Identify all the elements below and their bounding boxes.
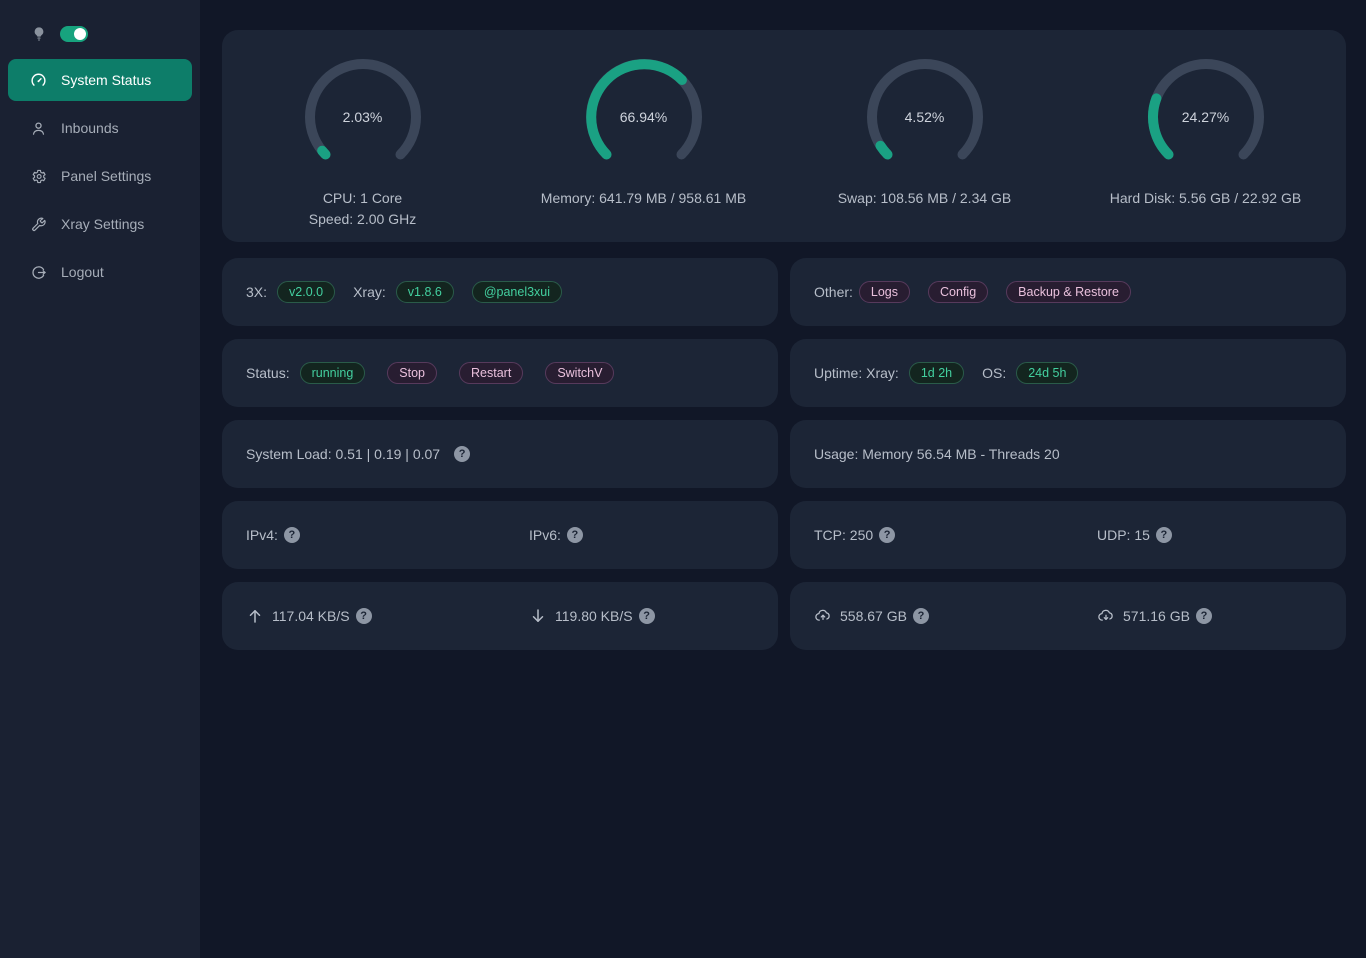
sidebar: System Status Inbounds Panel Settings bbox=[0, 0, 200, 958]
wrench-icon bbox=[30, 216, 47, 233]
sidebar-item-label: Logout bbox=[61, 264, 104, 280]
sidebar-item-logout[interactable]: Logout bbox=[8, 251, 192, 293]
disk-gauge: 24.27% Hard Disk: 5.56 GB / 22.92 GB bbox=[1065, 30, 1346, 242]
resource-gauges-card: 2.03% CPU: 1 Core Speed: 2.00 GHz 66.94%… bbox=[222, 30, 1346, 242]
restart-button[interactable]: Restart bbox=[459, 362, 523, 384]
sidebar-item-label: Panel Settings bbox=[61, 168, 151, 184]
telegram-channel-tag[interactable]: @panel3xui bbox=[472, 281, 562, 303]
swap-gauge: 4.52% Swap: 108.56 MB / 2.34 GB bbox=[784, 30, 1065, 242]
logs-button[interactable]: Logs bbox=[859, 281, 910, 303]
other-label: Other: bbox=[814, 284, 853, 300]
backup-restore-button[interactable]: Backup & Restore bbox=[1006, 281, 1131, 303]
help-icon[interactable]: ? bbox=[284, 527, 300, 543]
sidebar-item-label: Inbounds bbox=[61, 120, 119, 136]
xray-status-card: Status: running Stop Restart SwitchV bbox=[222, 339, 778, 407]
arrow-up-icon bbox=[246, 607, 264, 625]
tcp-count-text: TCP: 250 bbox=[814, 527, 873, 543]
cpu-label: CPU: 1 Core bbox=[309, 188, 416, 209]
ipv6-label: IPv6: bbox=[529, 527, 561, 543]
versions-card: 3X: v2.0.0 Xray: v1.8.6 @panel3xui bbox=[222, 258, 778, 326]
system-load-text: System Load: 0.51 | 0.19 | 0.07 bbox=[246, 446, 440, 462]
sidebar-item-system-status[interactable]: System Status bbox=[8, 59, 192, 101]
download-speed-text: 119.80 KB/S bbox=[555, 608, 633, 624]
os-uptime-badge: 24d 5h bbox=[1016, 362, 1078, 384]
sidebar-item-xray-settings[interactable]: Xray Settings bbox=[8, 203, 192, 245]
info-grid: 3X: v2.0.0 Xray: v1.8.6 @panel3xui Other… bbox=[222, 258, 1346, 650]
disk-label: Hard Disk: 5.56 GB / 22.92 GB bbox=[1110, 188, 1301, 209]
switch-version-button[interactable]: SwitchV bbox=[545, 362, 614, 384]
ip-card: IPv4: ? IPv6: ? bbox=[222, 501, 778, 569]
help-icon[interactable]: ? bbox=[913, 608, 929, 624]
status-running-badge: running bbox=[300, 362, 366, 384]
3x-label: 3X: bbox=[246, 284, 267, 300]
download-total-text: 571.16 GB bbox=[1123, 608, 1190, 624]
theme-toggle-row bbox=[0, 0, 200, 42]
memory-label: Memory: 641.79 MB / 958.61 MB bbox=[541, 188, 746, 209]
gear-icon bbox=[30, 168, 47, 185]
disk-percent: 24.27% bbox=[1146, 57, 1266, 177]
connections-card: TCP: 250 ? UDP: 15 ? bbox=[790, 501, 1346, 569]
cloud-download-icon bbox=[1097, 607, 1115, 625]
network-speed-card: 117.04 KB/S ? 119.80 KB/S ? bbox=[222, 582, 778, 650]
help-icon[interactable]: ? bbox=[454, 446, 470, 462]
sidebar-item-label: System Status bbox=[61, 72, 151, 88]
cpu-speed-label: Speed: 2.00 GHz bbox=[309, 209, 416, 230]
swap-label: Swap: 108.56 MB / 2.34 GB bbox=[838, 188, 1012, 209]
user-icon bbox=[30, 120, 47, 137]
3x-version-tag: v2.0.0 bbox=[277, 281, 335, 303]
help-icon[interactable]: ? bbox=[567, 527, 583, 543]
usage-card: Usage: Memory 56.54 MB - Threads 20 bbox=[790, 420, 1346, 488]
other-actions-card: Other: Logs Config Backup & Restore bbox=[790, 258, 1346, 326]
uptime-xray-label: Uptime: Xray: bbox=[814, 365, 899, 381]
main-content: 2.03% CPU: 1 Core Speed: 2.00 GHz 66.94%… bbox=[200, 0, 1366, 958]
sidebar-item-inbounds[interactable]: Inbounds bbox=[8, 107, 192, 149]
cloud-upload-icon bbox=[814, 607, 832, 625]
help-icon[interactable]: ? bbox=[1196, 608, 1212, 624]
stop-button[interactable]: Stop bbox=[387, 362, 437, 384]
memory-percent: 66.94% bbox=[584, 57, 704, 177]
system-load-card: System Load: 0.51 | 0.19 | 0.07 ? bbox=[222, 420, 778, 488]
total-traffic-card: 558.67 GB ? 571.16 GB ? bbox=[790, 582, 1346, 650]
config-button[interactable]: Config bbox=[928, 281, 988, 303]
sidebar-menu: System Status Inbounds Panel Settings bbox=[0, 59, 200, 293]
arrow-down-icon bbox=[529, 607, 547, 625]
sidebar-item-label: Xray Settings bbox=[61, 216, 144, 232]
swap-percent: 4.52% bbox=[865, 57, 985, 177]
upload-total-text: 558.67 GB bbox=[840, 608, 907, 624]
status-label: Status: bbox=[246, 365, 290, 381]
xray-version-tag: v1.8.6 bbox=[396, 281, 454, 303]
lightbulb-icon bbox=[31, 25, 47, 43]
ipv4-label: IPv4: bbox=[246, 527, 278, 543]
cpu-gauge: 2.03% CPU: 1 Core Speed: 2.00 GHz bbox=[222, 30, 503, 242]
uptime-card: Uptime: Xray: 1d 2h OS: 24d 5h bbox=[790, 339, 1346, 407]
toggle-knob bbox=[74, 28, 86, 40]
help-icon[interactable]: ? bbox=[356, 608, 372, 624]
usage-text: Usage: Memory 56.54 MB - Threads 20 bbox=[814, 446, 1060, 462]
dark-mode-toggle[interactable] bbox=[60, 26, 88, 42]
help-icon[interactable]: ? bbox=[1156, 527, 1172, 543]
xray-label: Xray: bbox=[353, 284, 386, 300]
dashboard-icon bbox=[30, 72, 47, 89]
help-icon[interactable]: ? bbox=[879, 527, 895, 543]
xray-uptime-badge: 1d 2h bbox=[909, 362, 964, 384]
logout-icon bbox=[30, 264, 47, 281]
udp-count-text: UDP: 15 bbox=[1097, 527, 1150, 543]
memory-gauge: 66.94% Memory: 641.79 MB / 958.61 MB bbox=[503, 30, 784, 242]
cpu-percent: 2.03% bbox=[303, 57, 423, 177]
upload-speed-text: 117.04 KB/S bbox=[272, 608, 350, 624]
os-label: OS: bbox=[982, 365, 1006, 381]
sidebar-item-panel-settings[interactable]: Panel Settings bbox=[8, 155, 192, 197]
help-icon[interactable]: ? bbox=[639, 608, 655, 624]
